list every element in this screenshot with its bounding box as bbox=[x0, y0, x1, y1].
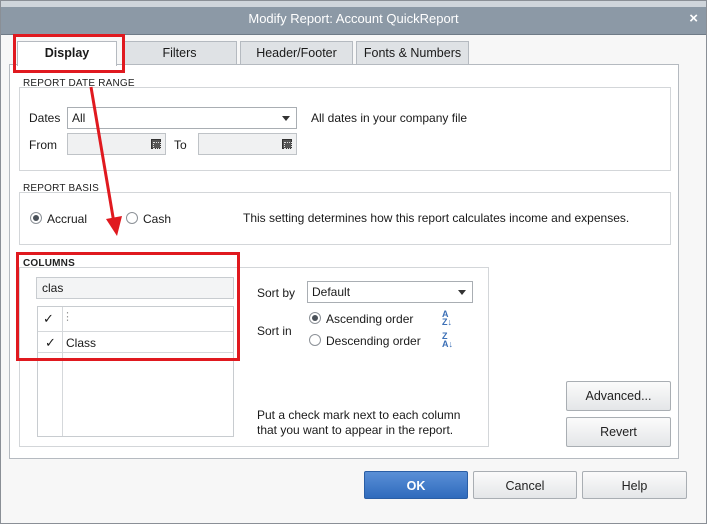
arrow-shaft bbox=[89, 86, 116, 224]
modify-report-dialog: Modify Report: Account QuickReport × Dis… bbox=[0, 0, 707, 524]
tab-display[interactable]: Display bbox=[17, 41, 117, 66]
annotation-arrow bbox=[89, 86, 122, 236]
arrow-head bbox=[106, 216, 122, 236]
tab-display-label: Display bbox=[44, 46, 90, 60]
